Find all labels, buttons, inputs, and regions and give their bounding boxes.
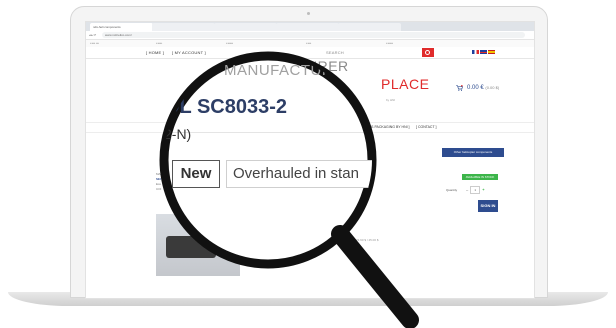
address-bar: ◂ ▸ ⟳ www.nd-helico.com/ bbox=[86, 31, 534, 40]
url-field[interactable]: www.nd-helico.com/ bbox=[102, 32, 525, 38]
quantity-stepper[interactable]: –1 + bbox=[466, 186, 485, 194]
nav-home-link[interactable]: [ HOME ] bbox=[146, 48, 164, 57]
menu-item-contact[interactable]: [ CONTACT ] bbox=[416, 123, 436, 132]
plus-icon[interactable]: + bbox=[482, 187, 484, 192]
other-components-button[interactable]: Other helicopter components bbox=[442, 148, 504, 157]
sidebar-links: MA SEI Eco COI bbox=[156, 172, 161, 192]
minus-icon[interactable]: – bbox=[466, 187, 468, 192]
quantity-label: Quantity bbox=[446, 188, 458, 192]
cart-icon[interactable] bbox=[456, 85, 463, 91]
quantity-field[interactable]: 1 bbox=[470, 186, 481, 194]
signin-button[interactable]: SIGN IN bbox=[478, 200, 498, 212]
nav-arrows-icon[interactable]: ◂ ▸ ⟳ bbox=[89, 31, 96, 39]
browser-tab[interactable]: nds-heli components bbox=[90, 23, 153, 31]
flag-fr-icon[interactable] bbox=[472, 50, 479, 54]
bookmark-item[interactable]: ▪ ▪▪▪▪ ▪▪▪ bbox=[90, 40, 99, 47]
browser-tab[interactable] bbox=[214, 23, 277, 31]
bookmark-item[interactable]: ▪ ▪▪▪▪▪ bbox=[156, 40, 162, 47]
search-label: SEARCH bbox=[326, 50, 344, 55]
browser-tab[interactable] bbox=[152, 23, 215, 31]
bookmark-item[interactable]: ▪ ▪▪▪▪▪▪ bbox=[226, 40, 233, 47]
flag-uk-icon[interactable] bbox=[480, 50, 487, 54]
search-button[interactable] bbox=[422, 48, 434, 57]
main-menu: WORLD CLASS PACKAGING BY HNI ] [ CONTACT… bbox=[86, 122, 534, 133]
browser-tab[interactable] bbox=[276, 23, 339, 31]
camera-icon bbox=[307, 12, 310, 15]
menu-item-packaging[interactable]: WORLD CLASS PACKAGING BY HNI ] bbox=[348, 123, 410, 132]
logo-text-left: MANUFACTURER bbox=[226, 58, 349, 74]
laptop-screen: nds-heli components ◂ ▸ ⟳ www.nd-helico.… bbox=[85, 21, 535, 299]
logo-text-right: PLACE bbox=[381, 76, 430, 92]
nav-account-link[interactable]: [ MY ACCOUNT ] bbox=[172, 48, 206, 57]
language-flags bbox=[472, 50, 498, 55]
logo-subtitle: by HNI bbox=[386, 98, 396, 102]
product-photo[interactable] bbox=[156, 214, 240, 276]
product-part-shape bbox=[196, 228, 226, 242]
bookmarks-bar: ▪ ▪▪▪▪ ▪▪▪ ▪ ▪▪▪▪▪ ▪ ▪▪▪▪▪▪ ▪ ▪▪▪▪ ▪ ▪▪▪… bbox=[86, 40, 534, 47]
flag-es-icon[interactable] bbox=[488, 50, 495, 54]
bookmark-item[interactable]: ▪ ▪▪▪▪▪▪ bbox=[386, 40, 393, 47]
browser-tab[interactable] bbox=[338, 23, 401, 31]
bookmark-item[interactable]: ▪ ▪▪▪▪ bbox=[306, 40, 311, 47]
cart-amount-usd: (0.00 $) bbox=[485, 85, 500, 90]
price-note: 23.90 $ / 45.00 $ bbox=[356, 238, 379, 242]
cart-amount: 0.00 € bbox=[467, 85, 484, 91]
sidebar-link[interactable]: COI bbox=[156, 187, 161, 192]
browser-tab-strip: nds-heli components bbox=[86, 22, 534, 31]
cart-total[interactable]: 0.00 € (0.00 $) bbox=[467, 85, 499, 91]
availability-badge: AVAILABLE IN STOCK bbox=[462, 174, 498, 180]
laptop-lid: nds-heli components ◂ ▸ ⟳ www.nd-helico.… bbox=[70, 6, 548, 299]
